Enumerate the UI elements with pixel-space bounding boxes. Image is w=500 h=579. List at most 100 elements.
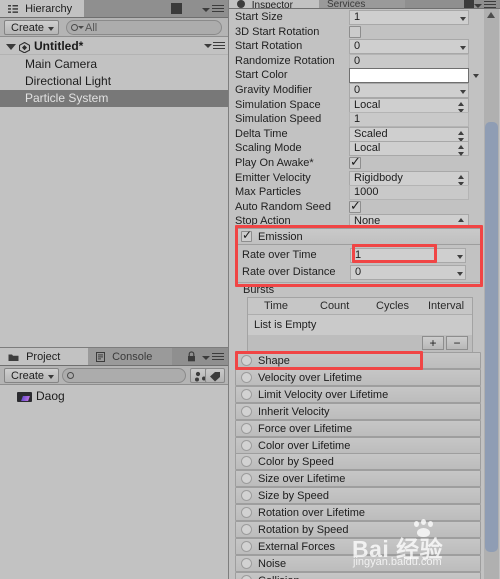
inspector-scrollbar-thumb[interactable] — [485, 122, 498, 552]
tab-services[interactable]: Services — [319, 0, 405, 8]
module-header-external-forces[interactable]: External Forces — [235, 537, 481, 555]
module-header-limit-velocity-over-lifetime[interactable]: Limit Velocity over Lifetime — [235, 385, 481, 403]
project-search-input[interactable] — [62, 368, 186, 383]
chevron-down-icon[interactable] — [460, 90, 466, 94]
module-header-size-by-speed[interactable]: Size by Speed — [235, 487, 481, 505]
hierarchy-tab-menu[interactable] — [196, 1, 226, 17]
project-item-daog[interactable]: Daog — [0, 388, 228, 405]
project-tab-menu[interactable] — [196, 349, 226, 365]
search-icon — [67, 372, 74, 379]
module-header-collision[interactable]: Collision — [235, 571, 481, 579]
module-enabled-toggle[interactable] — [241, 388, 252, 400]
scroll-up-arrow-icon[interactable] — [487, 12, 495, 18]
chevron-down-icon — [48, 375, 55, 379]
bursts-col-cycles: Cycles — [376, 300, 410, 312]
property-checkbox[interactable] — [349, 25, 361, 38]
property-value: 1000 — [354, 186, 379, 199]
module-header-noise[interactable]: Noise — [235, 554, 481, 572]
module-enabled-toggle[interactable] — [241, 574, 252, 579]
module-enabled-toggle[interactable] — [241, 473, 252, 485]
project-toolbar: Create — [0, 366, 228, 385]
module-enabled-toggle[interactable] — [241, 422, 252, 434]
module-header-shape[interactable]: Shape — [235, 352, 481, 369]
module-header-velocity-over-lifetime[interactable]: Velocity over Lifetime — [235, 368, 481, 386]
tab-project[interactable]: Project — [0, 348, 88, 365]
search-icon — [71, 24, 78, 31]
hierarchy-icon — [8, 2, 18, 17]
property-value: Local — [354, 98, 381, 111]
emission-rate-over-time-label: Rate over Time — [242, 249, 317, 261]
module-enabled-toggle[interactable] — [241, 371, 252, 383]
chevron-down-icon[interactable] — [204, 44, 212, 48]
module-header-color-over-lifetime[interactable]: Color over Lifetime — [235, 436, 481, 454]
property-value: None — [354, 215, 381, 228]
chevron-down-icon[interactable] — [460, 17, 466, 21]
emission-enabled-checkbox[interactable] — [241, 228, 252, 242]
module-enabled-toggle[interactable] — [241, 355, 252, 366]
module-enabled-toggle[interactable] — [241, 540, 252, 552]
tab-inspector[interactable]: Inspector — [229, 0, 319, 9]
scene-menu-icon[interactable] — [213, 42, 225, 51]
tab-inspector-label: Inspector — [251, 0, 293, 9]
bursts-add-button[interactable]: + — [422, 336, 444, 350]
property-checkbox[interactable] — [349, 198, 361, 213]
inspector-tab-menu[interactable] — [468, 0, 498, 8]
emission-rate-over-distance-field[interactable]: 0 — [350, 265, 466, 280]
module-header-size-over-lifetime[interactable]: Size over Lifetime — [235, 470, 481, 488]
tab-console[interactable]: Console — [88, 348, 172, 365]
chevron-down-icon[interactable] — [473, 74, 479, 79]
lock-icon[interactable] — [187, 351, 196, 362]
module-label: Color over Lifetime — [258, 439, 351, 452]
module-header-color-by-speed[interactable]: Color by Speed — [235, 453, 481, 471]
inspector-scrollbar[interactable] — [484, 9, 499, 579]
property-value: 0 — [354, 40, 361, 53]
module-header-rotation-by-speed[interactable]: Rotation by Speed — [235, 521, 481, 538]
property-value: 0 — [354, 54, 361, 67]
hierarchy-create-button[interactable]: Create — [4, 20, 60, 35]
property-value: Scaled — [354, 127, 388, 140]
module-header-force-over-lifetime[interactable]: Force over Lifetime — [235, 419, 481, 437]
module-header-emission[interactable]: Emission — [235, 228, 481, 245]
chevron-down-icon[interactable] — [460, 46, 466, 51]
chevron-down-icon[interactable] — [457, 255, 463, 259]
inspector-tabbar: Inspector Services — [229, 0, 500, 9]
bursts-remove-button[interactable]: − — [446, 336, 468, 350]
module-enabled-toggle[interactable] — [241, 456, 252, 468]
hierarchy-search-input[interactable]: All — [66, 20, 222, 35]
hierarchy-scene-row[interactable]: Untitled* — [0, 38, 228, 55]
module-header-inherit-velocity[interactable]: Inherit Velocity — [235, 402, 481, 420]
module-enabled-toggle[interactable] — [241, 490, 252, 502]
module-label: Rotation over Lifetime — [258, 507, 365, 520]
disclosure-triangle-icon[interactable] — [6, 44, 16, 50]
module-enabled-toggle[interactable] — [241, 439, 252, 451]
bursts-col-count: Count — [320, 300, 350, 312]
module-enabled-toggle[interactable] — [241, 557, 252, 569]
property-checkbox[interactable] — [349, 154, 361, 169]
lock-icon[interactable] — [171, 3, 182, 14]
module-enabled-toggle[interactable] — [241, 524, 252, 535]
bursts-col-interval: Interval — [428, 300, 465, 312]
module-header-rotation-over-lifetime[interactable]: Rotation over Lifetime — [235, 504, 481, 522]
hierarchy-scene-name: Untitled* — [34, 39, 84, 53]
project-create-label: Create — [11, 370, 45, 382]
folder-icon — [8, 350, 19, 365]
module-enabled-toggle[interactable] — [241, 507, 252, 519]
unity-logo-icon — [18, 41, 31, 54]
module-label: Inherit Velocity — [258, 405, 330, 418]
project-create-button[interactable]: Create — [4, 368, 60, 383]
menu-icon — [212, 5, 224, 14]
emission-rate-over-time-field[interactable]: 1 — [350, 248, 466, 263]
chevron-down-icon[interactable] — [457, 272, 463, 276]
hierarchy-item-label: Directional Light — [25, 74, 112, 88]
hierarchy-item-particle-system[interactable]: Particle System — [0, 90, 228, 107]
emission-rate-over-time-value: 1 — [355, 249, 362, 261]
module-label: Shape — [258, 355, 290, 367]
filter-by-label-button[interactable] — [205, 368, 225, 383]
hierarchy-item-main-camera[interactable]: Main Camera — [0, 56, 228, 73]
module-label: External Forces — [258, 540, 336, 553]
project-item-label: Daog — [36, 389, 65, 403]
module-enabled-toggle[interactable] — [241, 405, 252, 417]
hierarchy-item-directional-light[interactable]: Directional Light — [0, 73, 228, 90]
tab-hierarchy[interactable]: Hierarchy — [0, 0, 85, 17]
property-value: 0 — [354, 84, 361, 96]
